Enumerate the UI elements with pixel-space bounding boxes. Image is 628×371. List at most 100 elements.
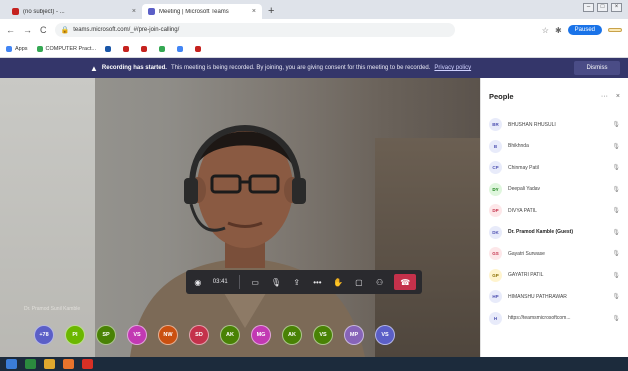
participant-name: HIMANSHU PATHRAWAR (508, 293, 567, 300)
participant-name: Dr. Pramod Kamble (Guest) (508, 229, 574, 236)
profile-button[interactable] (608, 28, 622, 32)
extensions-icon[interactable]: ✱ (555, 26, 562, 35)
privacy-policy-link[interactable]: Privacy policy (434, 65, 471, 71)
people-list-item[interactable]: BR BHUSHAN RHUSULI 🎙 (481, 114, 628, 136)
video-window-light (0, 78, 95, 357)
avatar: CP (489, 161, 502, 175)
browser-icon[interactable] (25, 359, 36, 369)
more-actions-icon[interactable]: ••• (312, 278, 324, 287)
avatar: BR (489, 118, 502, 132)
more-options-icon[interactable]: ··· (601, 93, 608, 100)
avatar: B (489, 139, 502, 153)
bookmarks-bar: Apps COMPUTER Pract... (0, 41, 628, 58)
tab-mail[interactable]: (no subject) - ... × (6, 4, 142, 19)
participant-avatar[interactable]: VS (313, 325, 333, 345)
raise-hand-icon[interactable]: ✋ (332, 278, 344, 287)
participant-name: GAYATRI PATIL (508, 272, 544, 279)
bookmark-item[interactable] (140, 46, 150, 52)
forward-icon[interactable]: → (23, 25, 32, 35)
mic-muted-icon: 🎙 (612, 272, 620, 279)
people-list-item[interactable]: DY Deepali Yadav 🎙 (481, 179, 628, 201)
people-panel: People ··· × BR BHUSHAN RHUSULI 🎙 B Bhikhnda… (480, 78, 628, 357)
maximize-button[interactable]: □ (597, 3, 608, 12)
folder-icon[interactable] (44, 359, 55, 369)
people-list-item[interactable]: B Bhikhnda 🎙 (481, 136, 628, 158)
back-icon[interactable]: ← (6, 25, 15, 35)
minimize-button[interactable]: – (583, 3, 594, 12)
taskbar (0, 357, 628, 371)
bookmark-label: Apps (15, 46, 28, 52)
close-icon[interactable]: × (132, 8, 136, 15)
bookmark-item[interactable] (194, 46, 204, 52)
microphone-icon[interactable]: 🎙 (270, 278, 282, 287)
camera-icon[interactable]: ▭ (249, 278, 261, 287)
people-list-item[interactable]: GP GAYATRI PATIL 🎙 (481, 265, 628, 287)
participant-avatar[interactable]: AK (220, 325, 240, 345)
warning-icon: ▲ (90, 63, 98, 73)
video-stage: Dr. Pramod Sunil Kamble ◉ 03:41 ▭ 🎙 ⇪ ••… (0, 78, 480, 357)
new-tab-button[interactable]: + (268, 5, 274, 17)
bookmark-icon (158, 46, 165, 52)
people-list-item[interactable]: Hhttps://teamsmicrosoftcom... 🎙 (481, 308, 628, 330)
bookmark-item[interactable]: Apps (6, 46, 28, 52)
share-screen-icon[interactable]: ⇪ (291, 278, 303, 287)
people-list-item[interactable]: HP HIMANSHU PATHRAWAR 🎙 (481, 286, 628, 308)
reload-icon[interactable]: C (40, 25, 47, 35)
tab-teams[interactable]: Meeting | Microsoft Teams × (142, 4, 262, 19)
participant-avatar[interactable]: NW (158, 325, 178, 345)
people-title: People (489, 91, 514, 101)
app-icon[interactable] (63, 359, 74, 369)
people-list: BR BHUSHAN RHUSULI 🎙 B Bhikhnda 🎙 CP Chinmay Pa… (481, 114, 628, 329)
participant-avatar[interactable]: +78 (34, 325, 54, 345)
participant-avatar[interactable]: SD (189, 325, 209, 345)
close-window-button[interactable]: × (611, 3, 622, 12)
call-controls: ◉ 03:41 ▭ 🎙 ⇪ ••• ✋ ▢ ⚇ ☎ (186, 270, 422, 294)
participant-avatar[interactable]: AK (282, 325, 302, 345)
bookmark-item[interactable] (104, 46, 114, 52)
people-header: People ··· × (481, 78, 628, 114)
participant-avatar[interactable]: VS (375, 325, 395, 345)
mic-muted-icon: 🎙 (612, 229, 620, 236)
close-icon[interactable]: × (252, 8, 256, 15)
avatar: HP (489, 290, 502, 304)
bookmark-item[interactable] (122, 46, 132, 52)
close-icon[interactable]: × (616, 93, 620, 100)
teams-icon (148, 8, 155, 15)
mail-icon (12, 8, 19, 15)
avatar: DK (489, 225, 502, 239)
participant-avatar[interactable]: VS (127, 325, 147, 345)
people-list-item[interactable]: CP Chinmay Patil 🎙 (481, 157, 628, 179)
divider (239, 275, 241, 289)
bookmark-item[interactable]: COMPUTER Pract... (36, 46, 96, 52)
hang-up-button[interactable]: ☎ (394, 274, 416, 290)
profile-paused-button[interactable]: Paused (567, 25, 602, 35)
people-list-item[interactable]: GS Gayatri Surwase 🎙 (481, 243, 628, 265)
avatar: DY (489, 182, 502, 196)
window-controls: – □ × (583, 3, 622, 12)
mic-muted-icon: 🎙 (612, 208, 620, 215)
recording-banner: ▲ Recording has started. This meeting is… (0, 58, 628, 78)
chrome-icon[interactable] (82, 359, 93, 369)
participant-avatar[interactable]: PI (65, 325, 85, 345)
participant-name: BHUSHAN RHUSULI (508, 121, 556, 128)
start-icon[interactable] (6, 359, 17, 369)
participant-avatar[interactable]: SP (96, 325, 116, 345)
people-list-item[interactable]: DK Dr. Pramod Kamble (Guest) 🎙 (481, 222, 628, 244)
chat-icon[interactable]: ▢ (353, 278, 365, 287)
star-icon[interactable]: ☆ (542, 26, 549, 35)
bookmark-item[interactable] (176, 46, 186, 52)
url-text: teams.microsoft.com/_#/pre-join-calling/ (73, 27, 180, 33)
participant-strip: +78 PI SP VS NW SD AK MG AK VS MP VS (34, 322, 474, 348)
participant-name: Gayatri Surwase (508, 250, 545, 257)
browser-tab-strip: (no subject) - ... × Meeting | Microsoft… (0, 0, 628, 19)
people-list-item[interactable]: DP DIVYA PATIL 🎙 (481, 200, 628, 222)
dismiss-button[interactable]: Dismiss (574, 61, 620, 75)
bookmark-icon (140, 46, 147, 52)
participant-avatar[interactable]: MG (251, 325, 271, 345)
tab-title: Meeting | Microsoft Teams (159, 8, 229, 15)
participant-avatar[interactable]: MP (344, 325, 364, 345)
url-field[interactable]: 🔒 teams.microsoft.com/_#/pre-join-callin… (54, 23, 455, 37)
mic-muted-icon: 🎙 (612, 165, 620, 172)
bookmark-item[interactable] (158, 46, 168, 52)
participants-icon[interactable]: ⚇ (374, 278, 386, 287)
